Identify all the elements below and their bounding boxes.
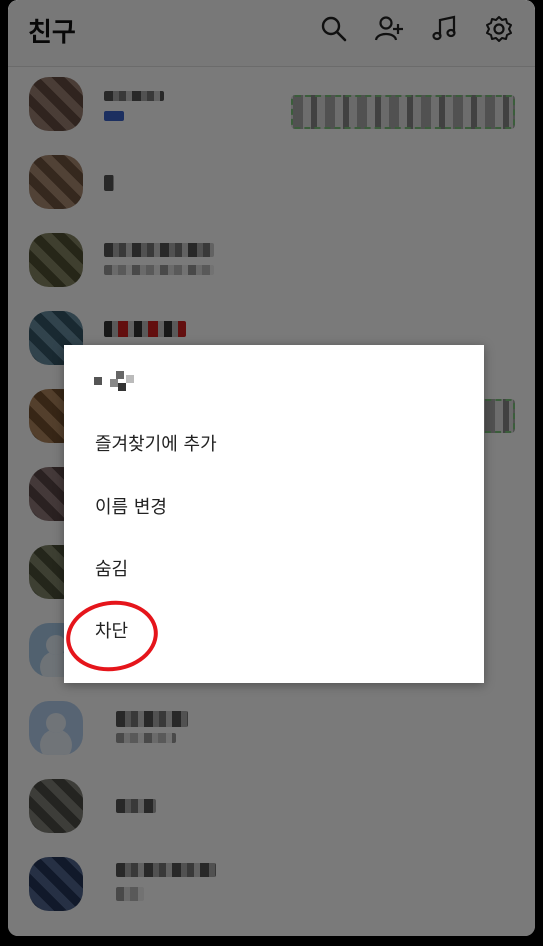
blurred-friend-name [94,371,138,393]
context-menu: 즐겨찾기에 추가 이름 변경 숨김 차단 [61,345,484,683]
phone-screen: 친구 [8,0,535,936]
menu-item-rename[interactable]: 이름 변경 [64,478,484,538]
menu-item-block[interactable]: 차단 [64,602,484,662]
menu-item-hide[interactable]: 숨김 [64,540,484,600]
menu-item-add-favorite[interactable]: 즐겨찾기에 추가 [64,415,484,475]
